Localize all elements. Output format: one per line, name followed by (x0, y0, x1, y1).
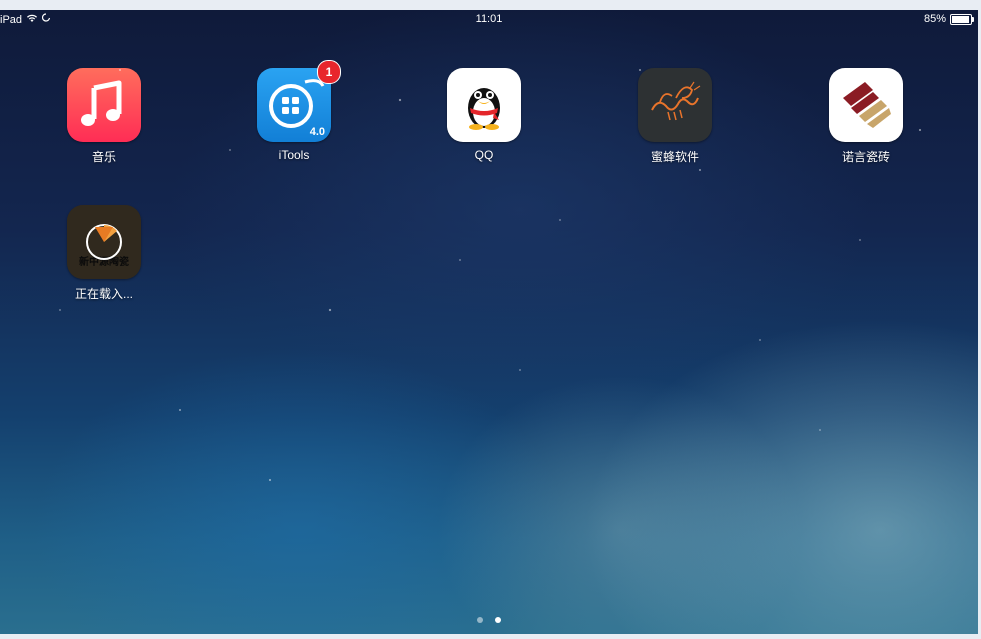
app-itools[interactable]: 4.0 1 iTools (234, 60, 354, 162)
app-label-music: 音乐 (91, 150, 116, 164)
battery-percentage: 85% (923, 13, 946, 25)
page-indicator[interactable] (0, 610, 978, 628)
page-dot-2[interactable] (495, 617, 502, 623)
app-loading[interactable]: 新中源陶瓷 正在载入... (44, 205, 164, 302)
status-time: 11:01 (475, 13, 503, 25)
app-nuoyan-tiles[interactable]: 诺言瓷砖 (806, 68, 926, 165)
itools-icon[interactable]: 4.0 1 (257, 60, 341, 142)
page-dot-1[interactable] (476, 617, 483, 623)
app-qq[interactable]: QQ (424, 68, 544, 162)
music-icon[interactable] (67, 68, 141, 142)
app-label-loading: 正在载入... (74, 287, 133, 301)
status-right: 85% (923, 13, 974, 25)
qq-penguin-icon[interactable] (447, 68, 521, 142)
app-label-itools: iTools (278, 148, 310, 162)
loading-progress-icon (86, 224, 122, 260)
ipad-home-screen: iPad 11:01 85% 音乐 4.0 1 iTools QQ 蜜蜂软件 诺… (0, 10, 978, 634)
status-bar: iPad 11:01 85% (0, 10, 978, 28)
tile-logo-icon[interactable] (829, 68, 903, 142)
app-label-nuoyan-tiles: 诺言瓷砖 (841, 150, 890, 164)
bee-icon[interactable] (638, 68, 712, 142)
loading-app-icon[interactable]: 新中源陶瓷 (67, 205, 141, 279)
notification-badge: 1 (317, 60, 341, 84)
battery-icon (950, 13, 974, 25)
itools-version-text: 4.0 (309, 126, 325, 138)
app-bee-software[interactable]: 蜜蜂软件 (615, 68, 735, 165)
app-frame: iPad 11:01 85% 音乐 4.0 1 iTools QQ 蜜蜂软件 诺… (0, 0, 981, 639)
app-music[interactable]: 音乐 (44, 68, 164, 165)
app-label-qq: QQ (474, 148, 494, 162)
app-label-bee-software: 蜜蜂软件 (650, 150, 699, 164)
